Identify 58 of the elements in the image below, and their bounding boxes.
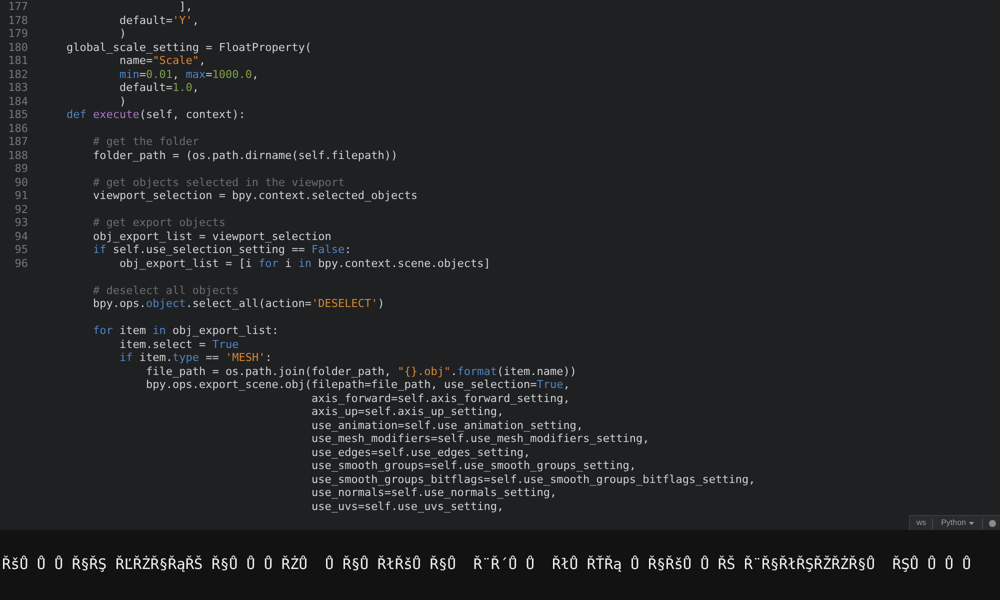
code-line: ], xyxy=(179,0,192,14)
code-line: global_scale_setting = FloatProperty( xyxy=(66,40,312,54)
code-line: use_smooth_groups=self.use_smooth_groups_setting, xyxy=(312,459,636,472)
code-line: # get export objects xyxy=(92,216,226,230)
line-number: 184 xyxy=(8,94,28,108)
line-number: 95 xyxy=(14,243,28,256)
line-number: 186 xyxy=(8,122,28,135)
code-line: ) xyxy=(119,94,126,108)
line-number: 178 xyxy=(8,14,28,27)
line-number: 181 xyxy=(8,54,28,68)
code-line: axis_forward=self.axis_forward_setting, xyxy=(312,392,570,405)
line-number: 91 xyxy=(14,189,28,202)
line-number: 188 xyxy=(8,148,28,162)
code-line: for item in obj_export_list: xyxy=(92,324,278,338)
line-number: 180 xyxy=(8,40,28,54)
code-line: bpy.ops.export_scene.obj(filepath=file_path, use_selection=True, xyxy=(146,378,570,392)
code-line: use_mesh_modifiers=self.use_mesh_modifiers_setting, xyxy=(312,432,650,446)
code-line: folder_path = (os.path.dirname(self.filepath)) xyxy=(92,148,398,162)
line-number: 94 xyxy=(14,230,28,243)
line-number: 96 xyxy=(14,256,28,270)
line-number: 182 xyxy=(8,68,28,81)
code-line: name="Scale", xyxy=(119,54,206,68)
code-line: # deselect all objects xyxy=(92,284,239,297)
caption-text: ŘšŮ Ů Ů Ř§ŘŞ ŘĽŘŻŘ§ŘąŘŠ Ř§Ů Ů Ů ŘŻŮ Ů Ř§Ů ŘłŘšŮ Ř§Ů Ř¨Ř´Ů Ů ŘłŮ ŘŤŘą Ů Ř§ŘšŮ Ů ŘŠ Ř¨Ř§ŘłŘŞŘŽŘŻŘ§Ů ŘŞŮ Ů Ů Ů xyxy=(2,556,972,574)
line-number: 177 xyxy=(8,0,28,14)
code-line: bpy.ops.object.select_all(action='DESELECT') xyxy=(92,297,384,310)
code-line: use_normals=self.use_normals_setting, xyxy=(312,486,557,500)
code-line: if self.use_selection_setting == False: xyxy=(92,243,352,256)
code-line: def execute(self, context): xyxy=(66,108,246,122)
line-number: 183 xyxy=(8,81,28,94)
code-line: use_smooth_groups_bitflags=self.use_smooth_groups_bitflags_setting, xyxy=(312,472,756,486)
code-line: use_uvs=self.use_uvs_setting, xyxy=(312,500,504,513)
code-line: default='Y', xyxy=(119,14,199,27)
code-line: obj_export_list = viewport_selection xyxy=(92,230,332,243)
caret-icon xyxy=(969,522,974,524)
code-line: axis_up=self.axis_up_setting, xyxy=(312,405,504,418)
code-line: default=1.0, xyxy=(119,81,199,94)
circle-icon xyxy=(989,520,996,526)
code-line: min=0.01, max=1000.0, xyxy=(119,68,259,81)
code-line: # get the folder xyxy=(92,135,199,148)
line-number: 89 xyxy=(14,162,28,176)
line-number: 179 xyxy=(8,27,28,40)
line-number: 187 xyxy=(8,135,28,148)
line-number: 185 xyxy=(8,108,28,122)
status-label: ws xyxy=(916,518,926,528)
code-line: if item.type == 'MESH': xyxy=(119,351,272,364)
line-number: 90 xyxy=(14,176,28,189)
code-line: # get objects selected in the viewport xyxy=(92,176,345,189)
code-line: ) xyxy=(119,27,126,40)
line-number: 93 xyxy=(14,216,28,230)
line-number: 92 xyxy=(14,202,28,216)
code-line: use_animation=self.use_animation_setting, xyxy=(312,418,584,432)
code-line: file_path = os.path.join(folder_path, "{}.obj".format(item.name)) xyxy=(146,364,576,378)
code-line: viewport_selection = bpy.context.selected_objects xyxy=(92,189,418,202)
code-line: use_edges=self.use_edges_setting, xyxy=(312,446,530,459)
code-line: item.select = True xyxy=(119,338,239,351)
code-line: obj_export_list = [i for i in bpy.context.scene.objects] xyxy=(119,256,490,270)
language-dropdown[interactable]: Python xyxy=(939,518,976,528)
